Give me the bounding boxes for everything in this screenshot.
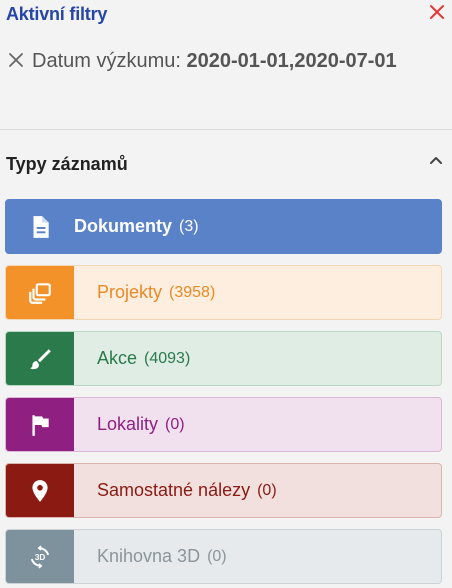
section-title: Typy záznamů <box>6 154 128 174</box>
document-icon <box>6 200 74 253</box>
panel-title: Aktivní filtry <box>6 4 108 24</box>
record-type-lokality[interactable]: Lokality (0) <box>5 397 442 452</box>
record-type-count: (0) <box>207 547 227 565</box>
record-type-label: Akce <box>97 348 138 368</box>
record-type-count: (3958) <box>169 283 216 301</box>
record-type-akce[interactable]: Akce (4093) <box>5 331 442 386</box>
divider <box>0 129 452 130</box>
record-type-count: (3) <box>179 217 199 235</box>
active-filters-panel: Aktivní filtry Datum výzkumu: 2020-01-01… <box>0 0 452 588</box>
record-type-label: Dokumenty <box>74 216 173 236</box>
record-type-knihovna-3d[interactable]: 3D Knihovna 3D (0) <box>5 529 442 584</box>
svg-text:3D: 3D <box>35 552 46 561</box>
3d-rotation-icon: 3D <box>6 530 74 583</box>
record-type-label: Samostatné nálezy <box>97 480 251 500</box>
stacked-windows-icon <box>6 266 74 319</box>
record-type-dokumenty[interactable]: Dokumenty (3) <box>5 199 442 254</box>
record-type-label: Knihovna 3D <box>97 546 201 566</box>
record-type-count: (4093) <box>144 349 191 367</box>
record-type-count: (0) <box>257 481 277 499</box>
close-icon[interactable] <box>8 52 24 68</box>
close-icon[interactable] <box>428 3 446 21</box>
record-type-projekty[interactable]: Projekty (3958) <box>5 265 442 320</box>
flag-icon <box>6 398 74 451</box>
active-filter-item: Datum výzkumu: 2020-01-01,2020-07-01 <box>8 46 408 76</box>
filter-label: Datum výzkumu: <box>32 50 181 72</box>
location-pin-icon <box>6 464 74 517</box>
record-type-samostatne-nalezy[interactable]: Samostatné nálezy (0) <box>5 463 442 518</box>
record-type-label: Projekty <box>97 282 163 302</box>
chevron-up-icon[interactable] <box>428 152 444 168</box>
record-type-label: Lokality <box>97 414 159 434</box>
record-type-count: (0) <box>165 415 185 433</box>
panel-header: Aktivní filtry <box>0 0 452 30</box>
brush-icon <box>6 332 74 385</box>
filter-value: 2020-01-01,2020-07-01 <box>186 50 397 72</box>
